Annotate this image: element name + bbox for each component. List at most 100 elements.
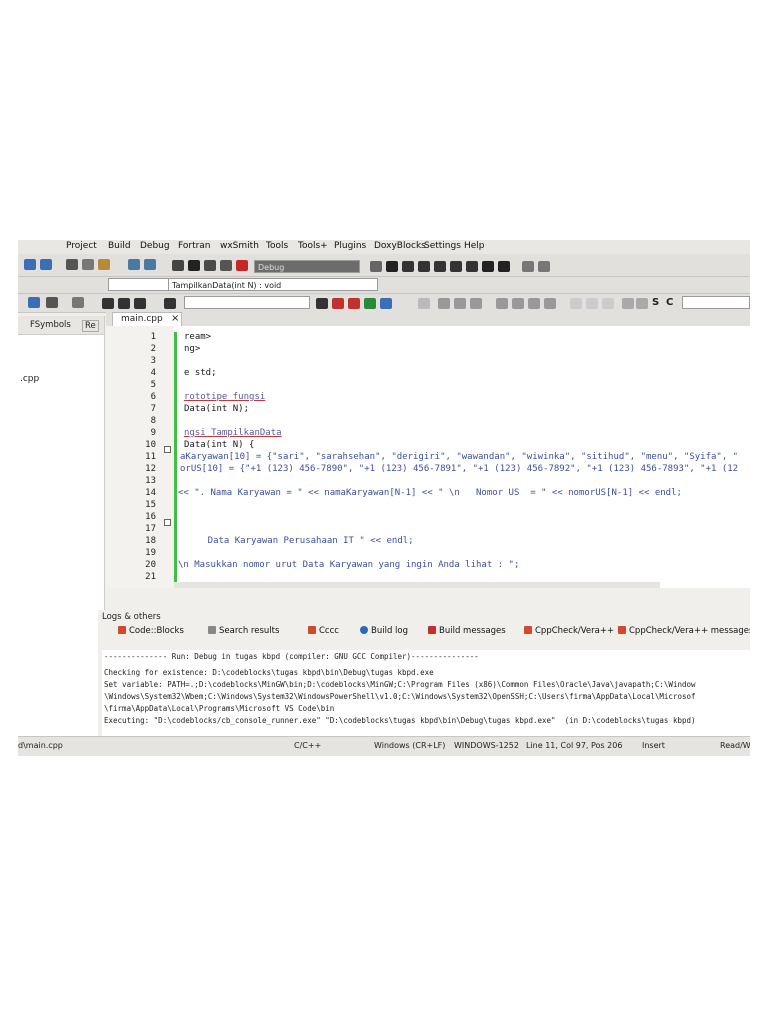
step-over-icon[interactable]	[402, 261, 414, 272]
layout-5-icon[interactable]	[570, 298, 582, 309]
arrow-right-icon[interactable]	[332, 298, 344, 309]
arrow-left-icon[interactable]	[316, 298, 328, 309]
abort-icon[interactable]	[236, 260, 248, 271]
frame-icon[interactable]	[454, 298, 466, 309]
build-target-combo[interactable]: Debug	[254, 260, 360, 273]
menu-doxyblocks[interactable]: DoxyBlocks	[374, 241, 426, 251]
status-encoding: WINDOWS-1252	[454, 741, 519, 750]
close-icon[interactable]: ×	[171, 313, 179, 324]
tab-build-log[interactable]: Build log	[360, 626, 408, 640]
code-line: ng>	[184, 344, 201, 354]
copy-icon[interactable]	[82, 259, 94, 270]
debug-info-icon[interactable]	[538, 261, 550, 272]
cut-icon[interactable]	[66, 259, 78, 270]
build-run-icon[interactable]	[204, 260, 216, 271]
line-number: 19	[145, 548, 156, 558]
symbol-c-glyph[interactable]: C	[666, 297, 673, 308]
menu-tools-plus[interactable]: Tools+	[298, 241, 328, 251]
fold-toggle-icon[interactable]	[164, 446, 171, 453]
paste-icon[interactable]	[98, 259, 110, 270]
horizontal-scrollbar[interactable]	[174, 582, 660, 588]
code-comment-line: rototipe fungsi	[184, 392, 266, 402]
menu-settings[interactable]: Settings	[424, 241, 461, 251]
code-line: << ". Nama Karyawan = " << namaKaryawan[…	[178, 488, 682, 498]
layout-7-icon[interactable]	[602, 298, 614, 309]
messages-icon	[428, 626, 436, 634]
debug-continue-icon[interactable]	[386, 261, 398, 272]
code-editor[interactable]: 1 2 3 4 5 6 7 8 9 10 11 12 13 14 15 16 1…	[106, 326, 750, 588]
highlight-icon[interactable]	[348, 298, 360, 309]
function-combo[interactable]: TampilkanData(int N) : void	[168, 278, 378, 291]
next-instruction-icon[interactable]	[450, 261, 462, 272]
dot-icon[interactable]	[118, 298, 130, 309]
menu-fortran[interactable]: Fortran	[178, 241, 211, 251]
stop-debug-icon[interactable]	[498, 261, 510, 272]
layout-4-icon[interactable]	[544, 298, 556, 309]
line-number: 13	[145, 476, 156, 486]
tab-cppcheck-messages[interactable]: CppCheck/Vera++ messages	[618, 626, 750, 640]
tab-build-messages[interactable]: Build messages	[428, 626, 506, 640]
tab-cccc[interactable]: Cccc	[308, 626, 339, 640]
log-line: Executing: "D:\codeblocks/cb_console_run…	[104, 716, 696, 725]
menu-debug[interactable]: Debug	[140, 241, 170, 251]
debug-windows-icon[interactable]	[522, 261, 534, 272]
log-icon	[524, 626, 532, 634]
tab-resources[interactable]: Re	[82, 320, 99, 332]
bookmark-icon[interactable]	[28, 297, 40, 308]
rebuild-icon[interactable]	[220, 260, 232, 271]
tab-symbols[interactable]: FSymbols	[30, 320, 71, 330]
run-icon[interactable]	[188, 260, 200, 271]
line-number: 15	[145, 500, 156, 510]
tab-codeblocks-log[interactable]: Code::Blocks	[118, 626, 184, 640]
search-combo[interactable]	[184, 296, 310, 309]
build-gear-icon[interactable]	[172, 260, 184, 271]
tab-main-cpp[interactable]: main.cpp ×	[112, 312, 182, 326]
layout-3-icon[interactable]	[528, 298, 540, 309]
menu-build[interactable]: Build	[108, 241, 131, 251]
tab-cppcheck[interactable]: CppCheck/Vera++	[524, 626, 614, 640]
menu-project[interactable]: Project	[66, 241, 97, 251]
next-icon[interactable]	[134, 298, 146, 309]
log-output[interactable]: -------------- Run: Debug in tugas kbpd …	[102, 650, 750, 740]
replace-icon[interactable]	[144, 259, 156, 270]
line-number: 4	[150, 368, 156, 378]
bookmark-green-icon[interactable]	[364, 298, 376, 309]
cursor-icon[interactable]	[418, 298, 430, 309]
image-icon[interactable]	[470, 298, 482, 309]
step-instruction-icon[interactable]	[466, 261, 478, 272]
rect-icon[interactable]	[438, 298, 450, 309]
zoom-out-icon[interactable]	[636, 298, 648, 309]
fold-toggle-icon[interactable]	[164, 519, 171, 526]
menu-wxsmith[interactable]: wxSmith	[220, 241, 259, 251]
binoculars-icon[interactable]	[380, 298, 392, 309]
line-number: 21	[145, 572, 156, 582]
layout-1-icon[interactable]	[496, 298, 508, 309]
menu-plugins[interactable]: Plugins	[334, 241, 366, 251]
undo-icon[interactable]	[24, 259, 36, 270]
prev-icon[interactable]	[102, 298, 114, 309]
toggle-icon[interactable]	[164, 298, 176, 309]
code-line: orUS[10] = {"+1 (123) 456-7890", "+1 (12…	[180, 464, 739, 474]
redo-icon[interactable]	[40, 259, 52, 270]
help-icon[interactable]	[46, 297, 58, 308]
symbol-s-glyph[interactable]: S	[652, 297, 659, 308]
code-line: Data(int N);	[184, 404, 250, 414]
debug-run-icon[interactable]	[370, 261, 382, 272]
code-completion-toolbar: TampilkanData(int N) : void	[18, 277, 750, 294]
pause-icon[interactable]	[482, 261, 494, 272]
menu-tools[interactable]: Tools	[266, 241, 288, 251]
jump-icon[interactable]	[72, 297, 84, 308]
line-number: 11	[145, 452, 156, 462]
layout-6-icon[interactable]	[586, 298, 598, 309]
layout-2-icon[interactable]	[512, 298, 524, 309]
tab-search-results[interactable]: Search results	[208, 626, 279, 640]
menu-help[interactable]: Help	[464, 241, 485, 251]
zoom-in-icon[interactable]	[622, 298, 634, 309]
symbol-search-combo[interactable]	[682, 296, 750, 309]
logs-panel: Logs & others Code::Blocks Search result…	[98, 610, 750, 756]
step-out-icon[interactable]	[434, 261, 446, 272]
project-file-item[interactable]: .cpp	[20, 374, 39, 384]
tab-main-cpp-label: main.cpp	[121, 314, 163, 324]
step-into-icon[interactable]	[418, 261, 430, 272]
find-icon[interactable]	[128, 259, 140, 270]
